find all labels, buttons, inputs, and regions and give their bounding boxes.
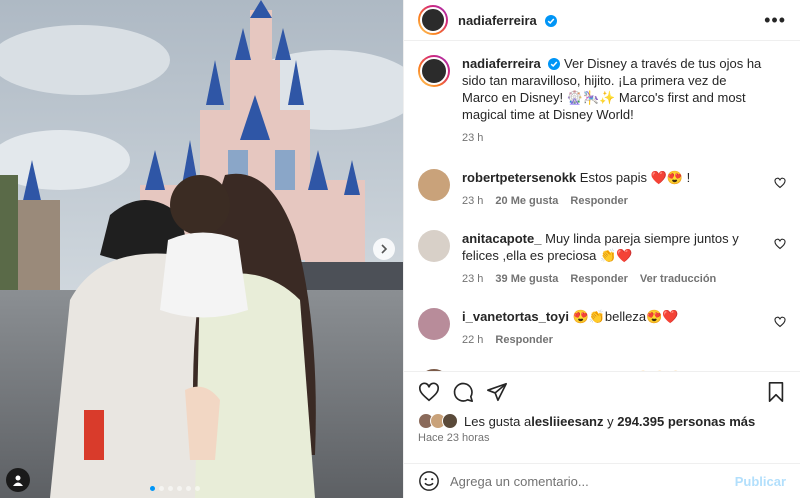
likes-prefix: Les gusta a (464, 413, 532, 429)
account-avatar[interactable] (418, 5, 448, 35)
comment: osorioflorio Hermosa familia 😍😍😍 22 h3 M… (418, 369, 786, 371)
comment-composer: Agrega un comentario... Publicar (404, 463, 800, 498)
instagram-post: nadiaferreira ••• nadiaferreira Ver Disn (0, 0, 800, 498)
reply-button[interactable]: Responder (495, 332, 552, 349)
share-send-icon[interactable] (486, 381, 508, 403)
next-image-button[interactable] (373, 238, 395, 260)
comment-text: 😍👏belleza😍❤️ (572, 309, 679, 324)
comment-container: robertpetersenokk Estos papis ❤️😍 ! 23 h… (418, 169, 786, 371)
comment-icon[interactable] (452, 381, 474, 403)
comment-like-heart-icon[interactable] (774, 316, 786, 328)
reply-button[interactable]: Responder (570, 193, 627, 210)
likes-middle: y (603, 413, 618, 429)
comments-list[interactable]: nadiaferreira Ver Disney a través de tus… (404, 41, 800, 371)
comment-likes[interactable]: 39 Me gusta (495, 271, 558, 288)
verified-badge-icon (548, 58, 561, 70)
carousel-dot (150, 486, 155, 491)
more-options-button[interactable]: ••• (764, 10, 786, 31)
verified-badge-icon (544, 15, 557, 27)
comment-username[interactable]: anitacapote_ (462, 231, 541, 246)
comment-username[interactable]: robertpetersenokk (462, 170, 576, 185)
comment-avatar[interactable] (418, 230, 450, 262)
comment-time[interactable]: 22 h (462, 332, 483, 349)
comment-body: osorioflorio Hermosa familia 😍😍😍 22 h3 M… (462, 369, 786, 371)
carousel-dot (177, 486, 182, 491)
comment-meta: 23 h 20 Me gusta Responder (462, 193, 764, 210)
carousel-dots (150, 486, 200, 491)
comment-body: i_vanetortas_toyi 😍👏belleza😍❤️ 22 h Respo… (462, 308, 786, 349)
comment-input[interactable]: Agrega un comentario... (450, 474, 735, 489)
save-bookmark-icon[interactable] (766, 381, 786, 403)
action-bar: Les gusta a lesliieesanz y 294.395 perso… (404, 371, 800, 463)
comment-avatar[interactable] (418, 369, 450, 371)
carousel-dot (195, 486, 200, 491)
carousel-dot (159, 486, 164, 491)
post-image[interactable] (0, 0, 403, 498)
comment-meta: 23 h 39 Me gusta Responder Ver traducción (462, 271, 764, 288)
comment-avatar[interactable] (418, 308, 450, 340)
castle-photo (0, 0, 403, 498)
likes-count[interactable]: 294.395 personas más (617, 414, 755, 429)
reply-button[interactable]: Responder (570, 271, 627, 288)
likes-summary: Les gusta a lesliieesanz y 294.395 perso… (418, 413, 786, 429)
carousel-dot (168, 486, 173, 491)
comment-text: Estos papis ❤️😍 ! (579, 170, 691, 185)
comment-time[interactable]: 23 h (462, 193, 483, 210)
liker-username[interactable]: lesliieesanz (531, 414, 603, 429)
comment-username[interactable]: osorioflorio (462, 370, 534, 371)
header-username-wrap: nadiaferreira (458, 12, 557, 28)
user-icon (13, 475, 23, 486)
comment-meta: 22 h Responder (462, 332, 764, 349)
header-username[interactable]: nadiaferreira (458, 13, 537, 28)
translate-button[interactable]: Ver traducción (640, 271, 716, 288)
comment-likes[interactable]: 20 Me gusta (495, 193, 558, 210)
caption-avatar[interactable] (418, 55, 450, 87)
carousel-dot (186, 486, 191, 491)
comment: robertpetersenokk Estos papis ❤️😍 ! 23 h… (418, 169, 786, 210)
like-heart-icon[interactable] (418, 381, 440, 403)
comment-username[interactable]: i_vanetortas_toyi (462, 309, 569, 324)
chevron-right-icon (381, 244, 388, 254)
comment-body: anitacapote_ Muy linda pareja siempre ju… (462, 230, 786, 288)
caption-username[interactable]: nadiaferreira (462, 56, 541, 71)
comment-text: Hermosa familia 😍😍😍 (538, 370, 684, 371)
post-header: nadiaferreira ••• (404, 0, 800, 41)
comment: i_vanetortas_toyi 😍👏belleza😍❤️ 22 h Respo… (418, 308, 786, 349)
liker-avatars[interactable] (418, 413, 458, 429)
comment-avatar[interactable] (418, 169, 450, 201)
action-icons (418, 380, 786, 404)
caption: nadiaferreira Ver Disney a través de tus… (418, 55, 786, 147)
tagged-users-button[interactable] (6, 468, 30, 492)
post-side-panel: nadiaferreira ••• nadiaferreira Ver Disn (403, 0, 800, 498)
caption-body: nadiaferreira Ver Disney a través de tus… (462, 55, 786, 147)
post-time[interactable]: Hace 23 horas (418, 432, 786, 444)
post-comment-button[interactable]: Publicar (735, 474, 786, 489)
comment: anitacapote_ Muy linda pareja siempre ju… (418, 230, 786, 288)
comment-body: robertpetersenokk Estos papis ❤️😍 ! 23 h… (462, 169, 786, 210)
comment-like-heart-icon[interactable] (774, 238, 786, 250)
emoji-icon[interactable] (418, 470, 440, 492)
caption-time[interactable]: 23 h (462, 130, 483, 147)
comment-like-heart-icon[interactable] (774, 177, 786, 189)
comment-time[interactable]: 23 h (462, 271, 483, 288)
